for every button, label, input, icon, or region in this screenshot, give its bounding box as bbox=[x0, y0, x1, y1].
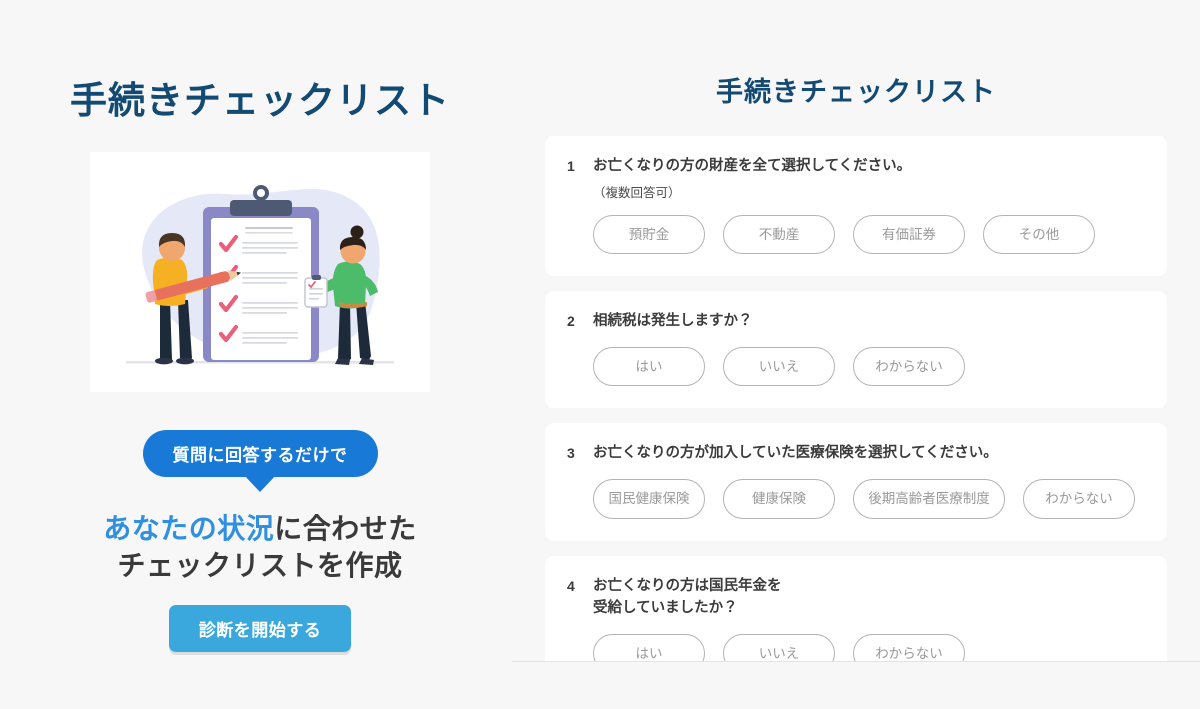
checklist-panel-title: 手続きチェックリスト bbox=[716, 77, 996, 107]
question-number: 3 bbox=[567, 445, 575, 462]
headline-line1: あなたの状況に合わせた bbox=[103, 511, 417, 548]
headline-accent: あなたの状況 bbox=[103, 513, 275, 544]
question-subtext: （複数回答可） bbox=[593, 185, 681, 200]
question-header: 3 お亡くなりの方が加入していた医療保険を選択してください。 bbox=[567, 442, 1145, 465]
question-card: 2 相続税は発生しますか？ はい いいえ わからない bbox=[545, 291, 1167, 409]
speech-bubble: 質問に回答するだけで bbox=[142, 430, 378, 492]
option-pill[interactable]: 預貯金 bbox=[593, 214, 705, 255]
option-group: はい いいえ わからない bbox=[593, 633, 1145, 661]
option-pill[interactable]: いいえ bbox=[723, 346, 835, 387]
headline-line2: チェックリストを作成 bbox=[117, 549, 403, 581]
question-number: 1 bbox=[567, 158, 575, 174]
option-group: 国民健康保険 健康保険 後期高齢者医療制度 わからない bbox=[593, 479, 1145, 519]
start-diagnosis-button[interactable]: 診断を開始する bbox=[168, 604, 352, 652]
option-pill[interactable]: はい bbox=[593, 633, 705, 661]
question-header: 1 お亡くなりの方の財産を全て選択してください。 bbox=[567, 155, 1145, 178]
question-card: 3 お亡くなりの方が加入していた医療保険を選択してください。国民健康保険 健康保険後… bbox=[545, 423, 1167, 541]
option-pill[interactable]: 不動産 bbox=[723, 214, 835, 255]
question-header: 4 お亡くなりの方は国民年金を 受給していましたか？ bbox=[567, 575, 1145, 620]
headline: あなたの状況に合わせた チェックリストを作成 bbox=[103, 511, 417, 585]
question-text: 相続税は発生しますか？ bbox=[593, 313, 753, 330]
speech-bubble-text: 質問に回答するだけで bbox=[142, 430, 378, 477]
option-pill[interactable]: 後期高齢者医療制度 bbox=[853, 479, 1005, 519]
page-title: 手続きチェックリスト bbox=[70, 80, 450, 121]
checklist-preview-panel[interactable]: 手続きチェックリスト 1 お亡くなりの方の財産を全て選択してください。 （複数回答可… bbox=[512, 0, 1200, 662]
option-group: はい いいえ わからない bbox=[593, 346, 1145, 387]
option-group: 預貯金 不動産 有価証券 その他 bbox=[593, 214, 1145, 255]
checklist-people-illustration bbox=[90, 152, 430, 392]
question-card: 1 お亡くなりの方の財産を全て選択してください。 （複数回答可） 預貯金 不動産 有価証券… bbox=[545, 136, 1167, 277]
question-card-list: 1 お亡くなりの方の財産を全て選択してください。 （複数回答可） 預貯金 不動産 有価証券… bbox=[512, 136, 1200, 661]
option-pill[interactable]: わからない bbox=[853, 346, 965, 387]
option-pill[interactable]: 健康保険 bbox=[723, 479, 835, 519]
question-number: 4 bbox=[567, 577, 575, 594]
speech-bubble-tail bbox=[243, 474, 277, 492]
question-header: 2 相続税は発生しますか？ bbox=[567, 310, 1145, 333]
option-pill[interactable]: わからない bbox=[853, 633, 965, 661]
option-pill[interactable]: 国民健康保険 bbox=[593, 479, 705, 519]
option-pill[interactable]: はい bbox=[593, 346, 705, 387]
option-pill[interactable]: 有価証券 bbox=[853, 214, 965, 255]
left-promo-panel: 手続きチェックリスト 質問に回答するだけで あなたの状況に合わせた チェックリス… bbox=[0, 0, 520, 709]
question-text: お亡くなりの方は国民年金を 受給していましたか？ bbox=[593, 577, 782, 617]
question-text: お亡くなりの方の財産を全て選択してください。 bbox=[593, 158, 912, 174]
question-text: お亡くなりの方が加入していた医療保険を選択してください。 bbox=[593, 445, 998, 462]
question-number: 2 bbox=[567, 313, 575, 330]
option-pill[interactable]: その他 bbox=[983, 214, 1095, 255]
question-card: 4 お亡くなりの方は国民年金を 受給していましたか？ はい いいえ わからない bbox=[545, 555, 1167, 661]
option-pill[interactable]: いいえ bbox=[723, 633, 835, 661]
page-root: 手続きチェックリスト 質問に回答するだけで あなたの状況に合わせた チェックリス… bbox=[0, 0, 1200, 709]
headline-rest: に合わせた bbox=[274, 513, 417, 544]
option-pill[interactable]: わからない bbox=[1023, 479, 1135, 519]
